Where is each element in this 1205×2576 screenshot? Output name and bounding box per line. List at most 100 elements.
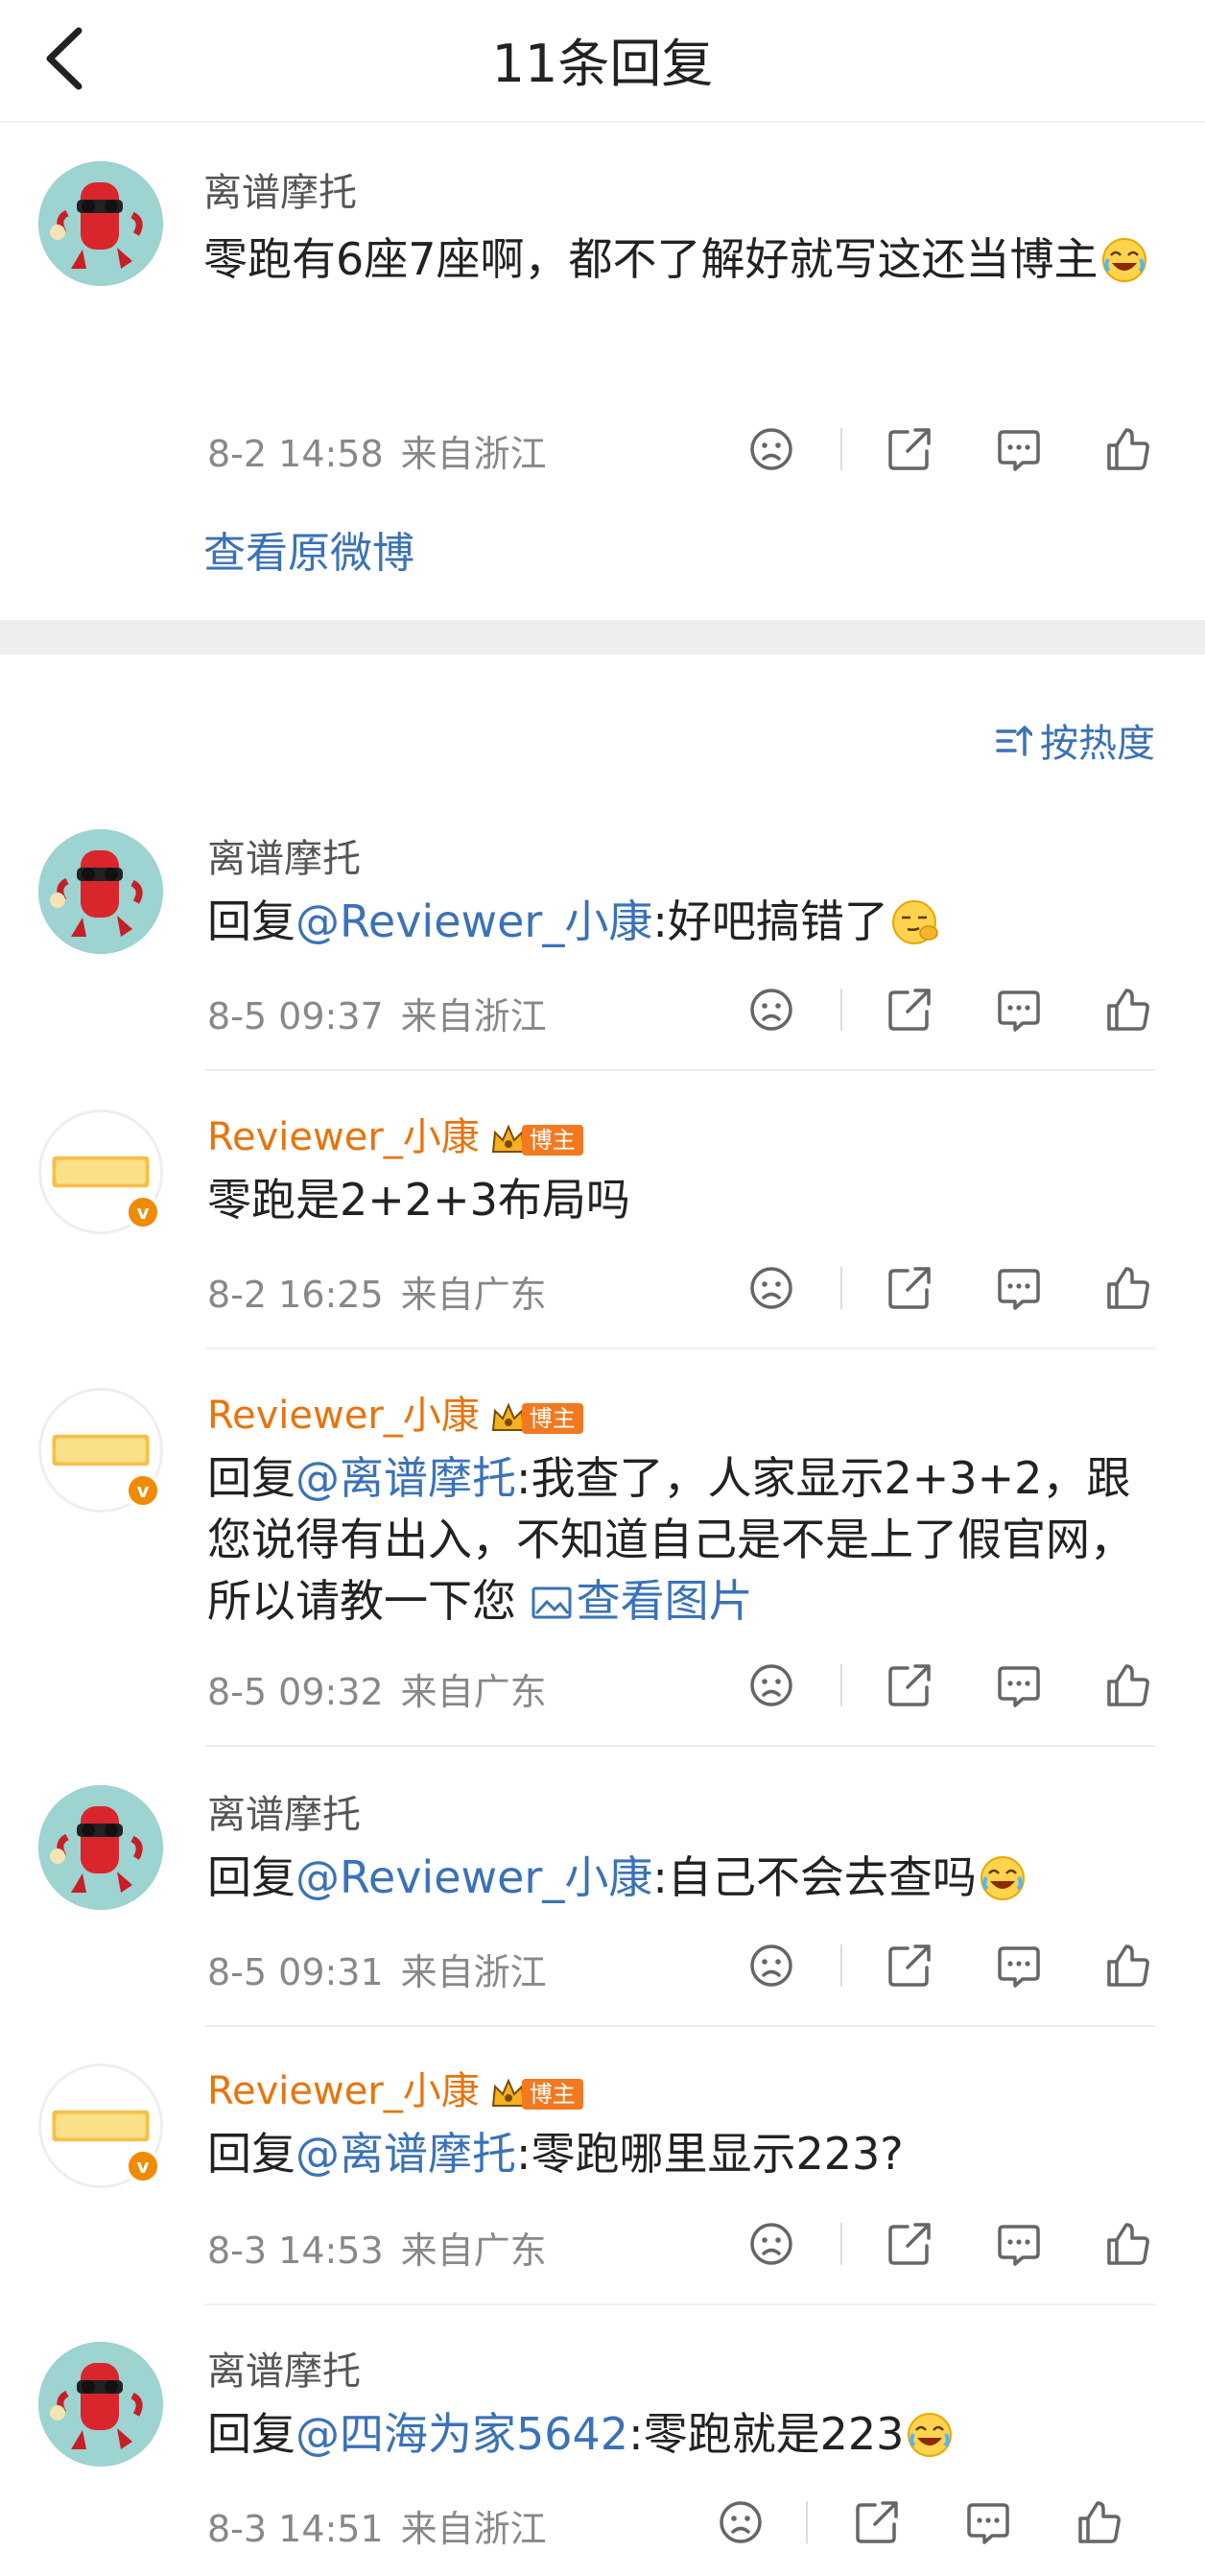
dislike-icon[interactable] [746,1660,796,1710]
like-icon[interactable] [1103,2219,1153,2269]
reply-time: 8-5 09:32 [207,1671,384,1713]
avatar[interactable] [38,1785,163,1910]
reply-meta: 8-2 16:25 来自广东 [207,1265,547,1318]
reply-location: 来自浙江 [400,1951,547,1993]
reply-prefix: 回复 [207,2408,295,2460]
reply-author[interactable]: 离谱摩托 [207,827,361,883]
reply-author[interactable]: Reviewer_小康 博主 [207,1106,583,1161]
action-divider [840,2223,842,2265]
verified-badge-icon: v [125,1472,161,1509]
verified-badge-icon: v [125,1194,161,1230]
reply-author-name: Reviewer_小康 [207,1394,480,1438]
dislike-icon[interactable] [746,2219,796,2269]
like-icon[interactable] [1103,1660,1153,1710]
avatar[interactable] [38,2342,163,2467]
reply-body: :好吧搞错了 [652,895,888,947]
reply-meta: 8-3 14:51 来自浙江 [207,2499,547,2552]
share-icon[interactable] [885,2219,934,2269]
reply-divider [205,2303,1155,2305]
reply-text: 零跑是2+2+3布局吗 [207,1174,630,1226]
comment-time: 8-2 14:58 [207,433,384,475]
share-icon[interactable] [885,1660,934,1710]
comment-meta: 8-2 14:58 来自浙江 [207,424,547,477]
avatar[interactable] [38,829,163,954]
blogger-badge: 博主 [489,2070,583,2110]
reply-prefix: 回复 [207,895,295,947]
reply-time: 8-5 09:31 [207,1951,384,1993]
action-divider [840,428,842,470]
laugh-cry-emoji-icon [1100,236,1148,284]
reply-divider [205,1745,1155,1747]
like-icon[interactable] [1103,1263,1153,1313]
like-icon[interactable] [1103,424,1153,474]
sort-icon [996,726,1033,756]
image-icon [532,1586,572,1619]
reply-body: :零跑就是223 [628,2408,905,2460]
mention-link[interactable]: @四海为家5642 [295,2408,628,2460]
comment-icon[interactable] [963,2497,1013,2547]
comment-icon[interactable] [994,1941,1044,1991]
comment-icon[interactable] [994,424,1044,474]
laugh-cry-emoji-icon [906,2411,954,2459]
sort-by-hot-button[interactable]: 按热度 [994,712,1155,768]
comment-icon[interactable] [994,1660,1044,1710]
dislike-icon[interactable] [746,424,796,474]
reply-author-name: Reviewer_小康 [207,2069,480,2113]
reply-author-name: Reviewer_小康 [207,1115,480,1159]
reply-text: 回复@Reviewer_小康:自己不会去查吗 [207,1847,1157,1908]
comment-icon[interactable] [994,1263,1044,1313]
reply-location: 来自广东 [400,2230,547,2272]
reply-prefix: 回复 [207,1452,295,1504]
section-divider [0,620,1205,655]
like-icon[interactable] [1103,985,1153,1035]
reply-author[interactable]: Reviewer_小康 博主 [207,1384,583,1440]
verified-badge-icon: v [125,2148,161,2184]
dislike-icon[interactable] [716,2497,766,2547]
comment-icon[interactable] [994,2219,1044,2269]
reply-location: 来自浙江 [400,995,547,1038]
mention-link[interactable]: @离谱摩托 [295,1452,516,1504]
blogger-tag: 博主 [521,2079,583,2110]
reply-text: 回复@四海为家5642:零跑就是223 [207,2403,1157,2465]
blogger-tag: 博主 [521,1125,583,1156]
view-original-link[interactable]: 查看原微博 [203,518,414,580]
reply-time: 8-3 14:51 [207,2508,384,2550]
comment-icon[interactable] [994,985,1044,1035]
comment-text: 零跑有6座7座啊，都不了解好就写这还当博主 [203,228,1163,290]
blogger-badge: 博主 [489,1395,583,1434]
share-icon[interactable] [885,424,934,474]
reply-author[interactable]: 离谱摩托 [207,2340,361,2396]
share-icon[interactable] [885,985,934,1035]
reply-text: 回复@离谱摩托:我查了，人家显示2+3+2，跟您说得有出入，不知道自己是不是上了… [207,1447,1157,1632]
reply-time: 8-2 16:25 [207,1274,384,1316]
blogger-tag: 博主 [521,1403,583,1434]
reply-body: :自己不会去查吗 [652,1851,977,1903]
dislike-icon[interactable] [746,1263,796,1313]
blogger-badge: 博主 [489,1116,583,1156]
like-icon[interactable] [1075,2497,1124,2547]
mention-link[interactable]: @Reviewer_小康 [295,1851,652,1903]
reply-divider [205,1069,1155,1071]
reply-prefix: 回复 [207,2128,295,2180]
view-image-link[interactable]: 查看图片 [531,1575,753,1627]
mention-link[interactable]: @Reviewer_小康 [295,895,652,947]
reply-text: 回复@Reviewer_小康:好吧搞错了 [207,891,1157,952]
mention-link[interactable]: @离谱摩托 [295,2128,516,2180]
share-icon[interactable] [852,2497,902,2547]
reply-prefix: 回复 [207,1851,295,1903]
reply-location: 来自广东 [400,1274,547,1316]
reply-meta: 8-5 09:32 来自广东 [207,1662,547,1715]
avatar[interactable] [38,161,163,286]
like-icon[interactable] [1103,1941,1153,1991]
comment-author[interactable]: 离谱摩托 [203,161,357,217]
action-divider [840,1267,842,1309]
dislike-icon[interactable] [746,1941,796,1991]
reply-author[interactable]: 离谱摩托 [207,1783,361,1839]
top-bar: 11条回复 [0,0,1205,123]
page-title: 11条回复 [491,34,714,94]
share-icon[interactable] [885,1263,934,1313]
action-divider [806,2501,808,2543]
share-icon[interactable] [885,1941,934,1991]
reply-author[interactable]: Reviewer_小康 博主 [207,2060,583,2115]
dislike-icon[interactable] [746,985,796,1035]
